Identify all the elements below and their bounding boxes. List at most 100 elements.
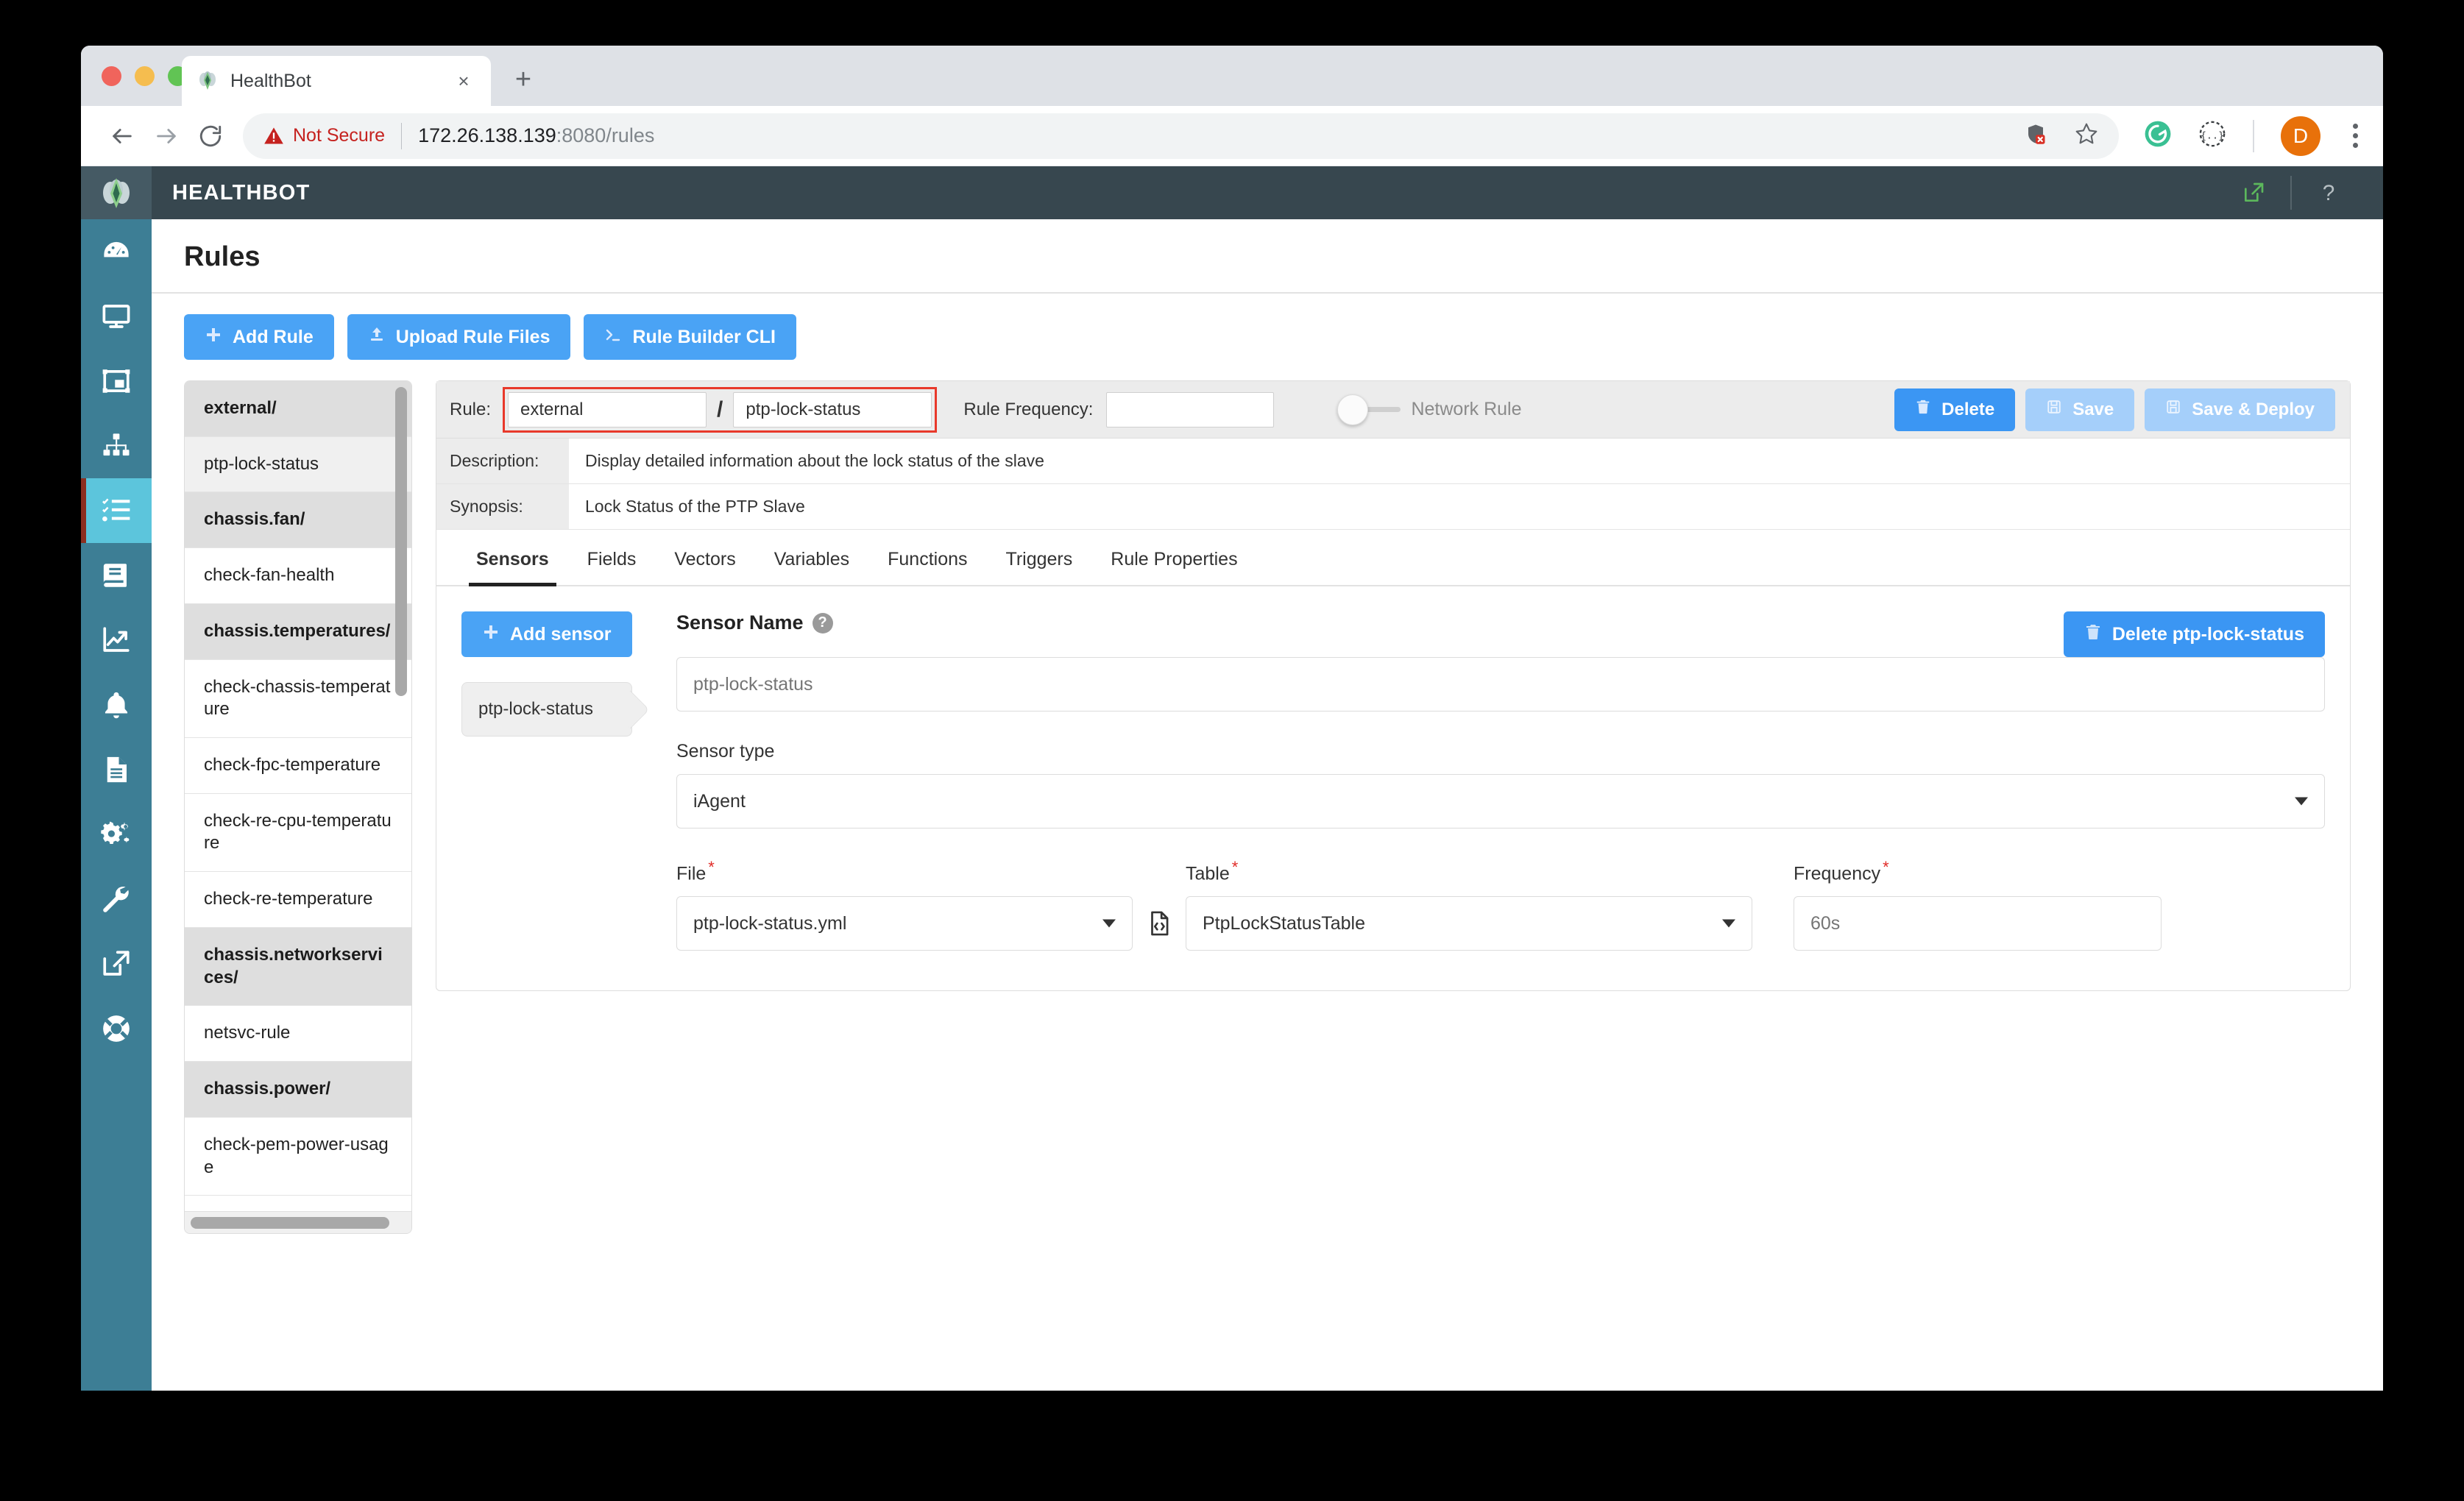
network-rule-label: Network Rule [1411, 399, 1522, 419]
description-value[interactable]: Display detailed information about the l… [569, 439, 2350, 483]
delete-sensor-button[interactable]: Delete ptp-lock-status [2063, 611, 2325, 657]
rules-list-vertical-scrollbar[interactable] [395, 387, 407, 696]
trash-icon [2084, 623, 2102, 646]
rules-list-item[interactable]: check-re-temperature [185, 872, 411, 928]
tab-rule-properties[interactable]: Rule Properties [1091, 530, 1256, 585]
sidebar-item-dashboard[interactable] [81, 219, 152, 284]
tab-functions[interactable]: Functions [868, 530, 986, 585]
file-value: ptp-lock-status.yml [693, 912, 847, 934]
synopsis-row: Synopsis: Lock Status of the PTP Slave [436, 484, 2350, 530]
frequency-field-group: Frequency * [1794, 858, 2162, 951]
rules-list-group-header[interactable]: chassis.networkservices/ [185, 927, 411, 1007]
delete-rule-label: Delete [1941, 399, 1995, 419]
rule-frequency-input[interactable] [1106, 391, 1275, 427]
sensor-type-select[interactable]: iAgent [676, 774, 2325, 828]
help-question-icon[interactable]: ? [2302, 166, 2355, 219]
extension-blocked-icon[interactable] [2025, 123, 2047, 149]
upload-rule-files-button[interactable]: Upload Rule Files [347, 314, 571, 360]
json-viewer-extension-icon[interactable]: {..} [2198, 120, 2226, 152]
file-select[interactable]: ptp-lock-status.yml [676, 896, 1133, 951]
rules-list-item[interactable]: check-chassis-temperature [185, 659, 411, 739]
sensor-list-item[interactable]: ptp-lock-status [461, 682, 632, 737]
rules-list-item[interactable]: check-pem-power-usage [185, 1117, 411, 1196]
tab-triggers[interactable]: Triggers [987, 530, 1092, 585]
save-disk-icon [2165, 399, 2181, 420]
rules-toolbar: Add Rule Upload Rule Files Rule Builder … [152, 294, 2383, 360]
sensor-name-input[interactable] [676, 657, 2325, 712]
save-disk-icon [2046, 399, 2062, 420]
tab-vectors[interactable]: Vectors [655, 530, 754, 585]
rules-list-item[interactable]: check-system-power-usage [185, 1196, 411, 1213]
view-file-source-button[interactable] [1133, 909, 1186, 951]
rules-list-item[interactable]: netsvc-rule [185, 1006, 411, 1062]
back-icon[interactable] [100, 114, 144, 158]
rules-list-group-header[interactable]: chassis.fan/ [185, 492, 411, 549]
tab-sensors[interactable]: Sensors [457, 530, 568, 586]
sidebar-item-playbooks[interactable] [81, 543, 152, 608]
rule-namespace-input[interactable] [508, 391, 707, 427]
new-tab-icon[interactable]: + [507, 63, 539, 96]
reload-icon[interactable] [188, 114, 233, 158]
synopsis-value[interactable]: Lock Status of the PTP Slave [569, 484, 2350, 529]
profile-avatar[interactable]: D [2281, 116, 2320, 156]
app-header: HEALTHBOT ? [81, 166, 2383, 219]
sensor-frequency-input[interactable] [1794, 896, 2162, 951]
add-rule-button[interactable]: Add Rule [184, 314, 334, 360]
sensor-name-row: Sensor Name ? Delete ptp-lock-status [676, 611, 2325, 657]
address-bar[interactable]: Not Secure 172.26.138.139:8080/rules [243, 113, 2119, 159]
rules-list-panel: external/ptp-lock-status chassis.fan/chec… [184, 380, 412, 1234]
save-deploy-button[interactable]: Save & Deploy [2145, 388, 2335, 431]
help-tooltip-icon[interactable]: ? [812, 612, 833, 634]
rules-list-group-header[interactable]: external/ [185, 381, 411, 437]
rules-list-item[interactable]: check-fan-health [185, 548, 411, 604]
address-bar-url: 172.26.138.139:8080/rules [418, 124, 654, 147]
terminal-prompt-icon [604, 326, 622, 349]
sidebar-item-external[interactable] [81, 932, 152, 996]
rules-list-item[interactable]: ptp-lock-status [185, 436, 411, 493]
rule-builder-cli-button[interactable]: Rule Builder CLI [584, 314, 796, 360]
table-select[interactable]: PtpLockStatusTable [1186, 896, 1752, 951]
sensor-source-row: File * ptp-lock-status.yml Table * PtpLo… [676, 858, 2325, 951]
sidebar-item-reports[interactable] [81, 608, 152, 673]
sensor-name-label: Sensor Name [676, 611, 804, 634]
tab-close-icon[interactable]: × [451, 68, 476, 93]
browser-tab[interactable]: HealthBot × [182, 56, 491, 106]
chrome-menu-icon[interactable] [2347, 124, 2364, 148]
rule-name-highlight-box: / [503, 386, 938, 433]
rules-list-group-header[interactable]: chassis.power/ [185, 1062, 411, 1118]
upload-rule-files-label: Upload Rule Files [395, 326, 550, 347]
bookmark-star-icon[interactable] [2075, 122, 2098, 149]
delete-rule-button[interactable]: Delete [1894, 388, 2016, 431]
sidebar-item-alarms[interactable] [81, 673, 152, 737]
rules-list-group-header[interactable]: chassis.temperatures/ [185, 603, 411, 660]
tab-variables[interactable]: Variables [755, 530, 868, 585]
chevron-down-icon [2295, 797, 2308, 806]
tab-fields[interactable]: Fields [568, 530, 656, 585]
sidebar-item-settings[interactable] [81, 802, 152, 867]
sidebar-item-topology[interactable] [81, 414, 152, 478]
rules-list-item[interactable]: check-fpc-temperature [185, 738, 411, 794]
file-required-marker: * [708, 858, 715, 876]
sidebar-item-administration[interactable] [81, 867, 152, 932]
sidebar-item-monitor[interactable] [81, 284, 152, 349]
add-sensor-button[interactable]: Add sensor [461, 611, 632, 657]
rules-list-item[interactable]: check-re-cpu-temperature [185, 793, 411, 873]
add-sensor-label: Add sensor [510, 623, 612, 645]
close-window-button[interactable] [102, 66, 121, 86]
minimize-window-button[interactable] [135, 66, 155, 86]
grammarly-extension-icon[interactable] [2144, 120, 2172, 152]
sidebar-item-device-group[interactable] [81, 349, 152, 414]
not-secure-indicator[interactable]: Not Secure [263, 125, 385, 146]
sidebar-item-documents[interactable] [81, 737, 152, 802]
table-required-marker: * [1231, 858, 1239, 876]
sidebar-item-support[interactable] [81, 996, 152, 1061]
sidebar-item-rules[interactable] [81, 478, 152, 543]
rules-list-horizontal-scrollbar[interactable] [191, 1217, 389, 1229]
sensor-frequency-label: Frequency [1794, 863, 1881, 884]
save-rule-button[interactable]: Save [2025, 388, 2135, 431]
rule-name-input[interactable] [733, 391, 932, 427]
external-link-icon[interactable] [2227, 166, 2280, 219]
frequency-required-marker: * [1883, 858, 1889, 876]
forward-icon[interactable] [144, 114, 188, 158]
network-rule-toggle[interactable] [1337, 394, 1401, 425]
